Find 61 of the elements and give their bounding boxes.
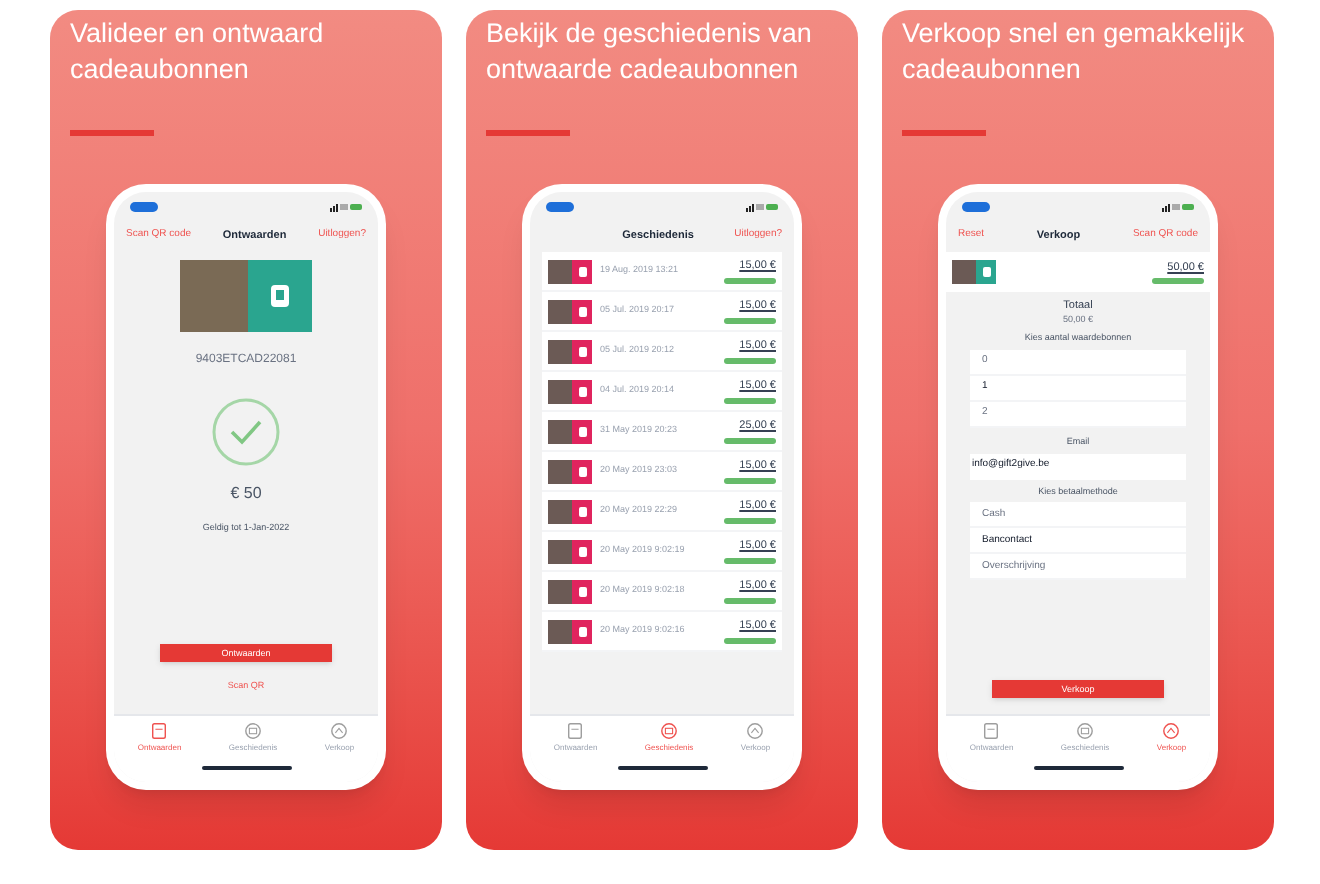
- voucher-amount: € 50: [230, 482, 262, 506]
- photo-placeholder: [548, 419, 572, 443]
- status-time-pill: [130, 201, 158, 211]
- status-bar-pill: [724, 277, 776, 284]
- photo-placeholder: [548, 499, 572, 523]
- headline: Verkoop snel en gemakkelijk cadeaubonnen: [902, 16, 1247, 88]
- logo-icon: [577, 625, 587, 637]
- photo-placeholder: [548, 339, 572, 363]
- photo-placeholder: [952, 260, 976, 284]
- tab-icon: [746, 722, 765, 740]
- status-bar-pill: [724, 397, 776, 404]
- photo-placeholder: [548, 299, 572, 323]
- tab-icon: [982, 722, 1001, 740]
- tab-icon: [150, 722, 169, 740]
- accent-line: [70, 130, 154, 136]
- photo-placeholder: [180, 260, 248, 332]
- logo-icon: [577, 385, 587, 397]
- status-bar-pill: [724, 517, 776, 524]
- status-icons: [1162, 201, 1194, 211]
- logo-icon: [577, 545, 587, 557]
- tab-icon: [566, 722, 585, 740]
- status-bar-pill: [1152, 278, 1204, 285]
- tab-icon: [660, 722, 679, 740]
- status-time-pill: [962, 201, 990, 211]
- headline: Valideer en ontwaard cadeaubonnen: [70, 16, 326, 88]
- status-bar-pill: [724, 597, 776, 604]
- photo-placeholder: [548, 579, 572, 603]
- accent-line: [902, 130, 986, 136]
- home-indicator: [617, 766, 707, 770]
- logo-icon: [577, 305, 587, 317]
- photo-placeholder: [548, 539, 572, 563]
- photo-placeholder: [548, 459, 572, 483]
- status-bar-pill: [724, 357, 776, 364]
- tab-icon: [1162, 722, 1181, 740]
- status-bar-pill: [724, 477, 776, 484]
- logo-icon: [577, 265, 587, 277]
- home-indicator: [1033, 766, 1123, 770]
- accent-line: [486, 130, 570, 136]
- logo-icon: [981, 266, 991, 278]
- status-time-pill: [546, 201, 574, 211]
- home-indicator: [201, 766, 291, 770]
- photo-placeholder: [548, 259, 572, 283]
- status-bar-pill: [724, 317, 776, 324]
- logo-icon: [577, 465, 587, 477]
- logo-icon: [577, 345, 587, 357]
- status-bar-pill: [724, 637, 776, 644]
- tab-icon: [1076, 722, 1095, 740]
- photo-placeholder: [548, 619, 572, 643]
- status-icons: [746, 201, 778, 211]
- check-circle-icon: [212, 398, 280, 466]
- photo-placeholder: [548, 379, 572, 403]
- logo-icon: [577, 425, 587, 437]
- logo-icon: [577, 585, 587, 597]
- headline: Bekijk de geschiedenis van ontwaarde cadeaubonnen: [486, 16, 814, 88]
- status-bar-pill: [724, 557, 776, 564]
- logo-icon: [577, 505, 587, 517]
- tab-icon: [330, 722, 349, 740]
- logo-icon: [270, 284, 290, 308]
- status-icons: [330, 201, 362, 211]
- status-bar-pill: [724, 437, 776, 444]
- tab-icon: [244, 722, 263, 740]
